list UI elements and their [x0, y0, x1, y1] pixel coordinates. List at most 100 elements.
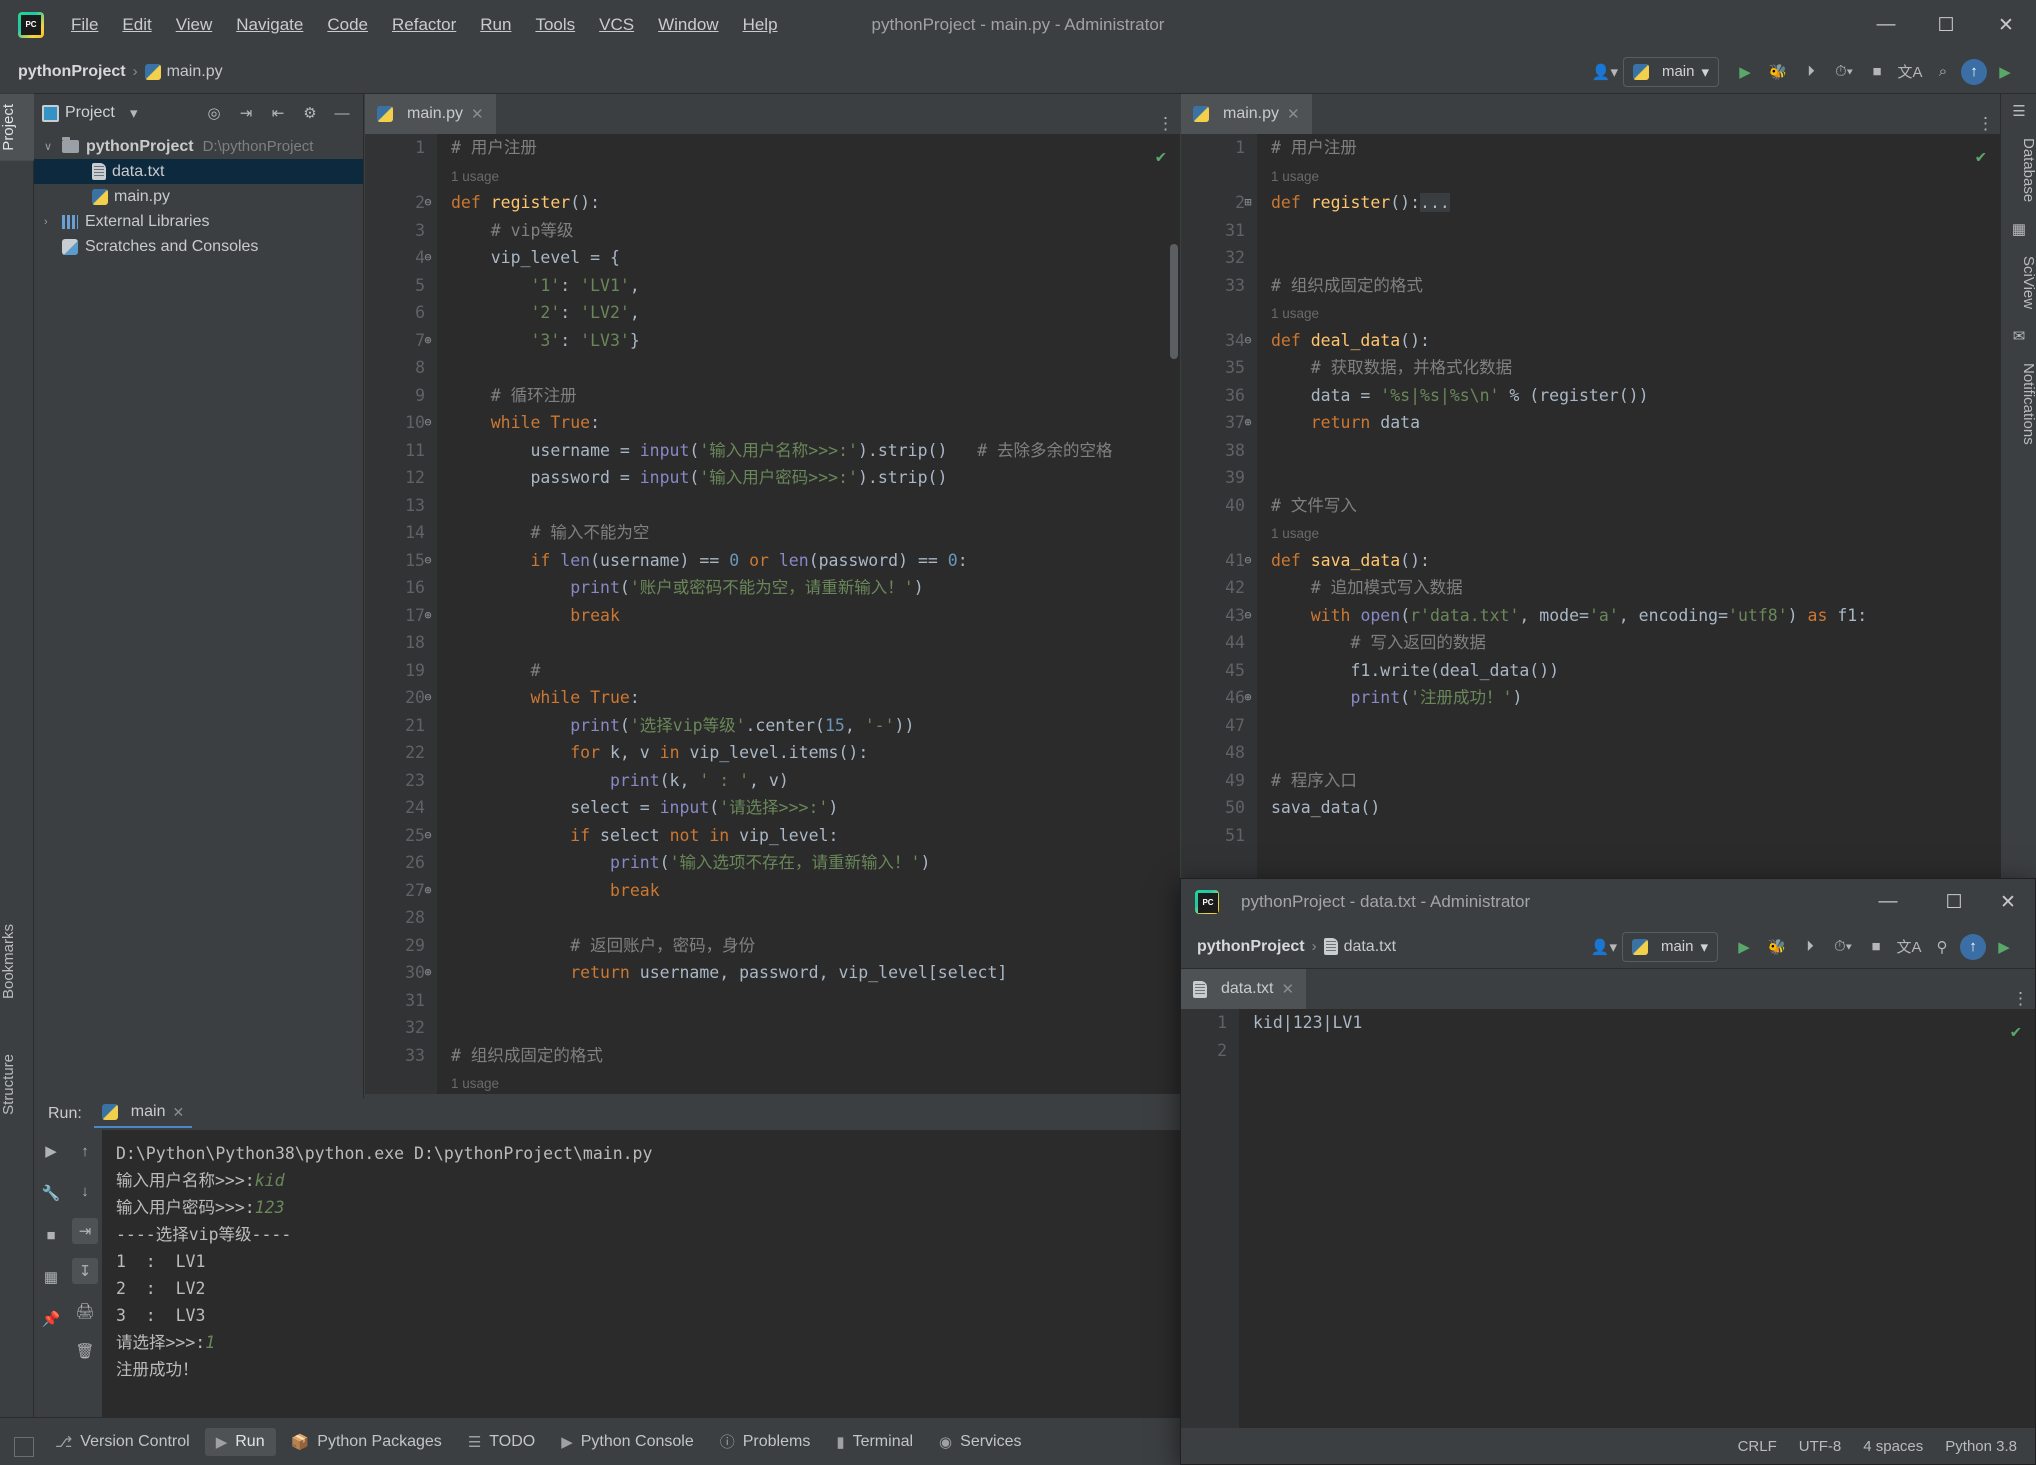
fold-toggle-icon[interactable]: ⊖ — [421, 244, 435, 272]
data-gutter[interactable]: 12 — [1181, 1009, 1239, 1428]
search-icon[interactable]: ⌕ — [1928, 57, 1958, 87]
tree-item-scratches[interactable]: Scratches and Consoles — [34, 234, 363, 259]
run-configuration-selector[interactable]: main ▾ — [1622, 56, 1719, 87]
close-button[interactable]: ✕ — [1976, 0, 2036, 50]
code-line[interactable]: print('注册成功！') — [1257, 684, 2000, 712]
close-icon[interactable]: ✕ — [1281, 980, 1294, 998]
code-line[interactable]: # 返回账户，密码，身份 — [437, 932, 1180, 960]
code-line[interactable] — [1257, 712, 2000, 740]
sidebar-tab-notifications[interactable]: Notifications — [2001, 353, 2036, 455]
code-line[interactable]: # 组织成固定的格式 — [437, 1042, 1180, 1070]
fold-toggle-icon[interactable]: ⊕ — [421, 327, 435, 355]
layout-icon[interactable]: ▦ — [38, 1264, 64, 1290]
code-line[interactable] — [437, 629, 1180, 657]
stop-button[interactable]: ■ — [1862, 57, 1892, 87]
code-line[interactable]: '3': 'LV3'} — [437, 327, 1180, 355]
print-icon[interactable]: 🖨 — [72, 1298, 98, 1324]
sidebar-tab-structure[interactable]: Structure — [0, 1044, 34, 1125]
code-line[interactable]: username = input('输入用户名称>>>:').strip() #… — [437, 437, 1180, 465]
data-close-button[interactable]: ✕ — [1981, 879, 2035, 925]
ide-run-icon[interactable]: ▶ — [1990, 57, 2020, 87]
data-breadcrumb-file[interactable]: data.txt — [1344, 938, 1396, 956]
fold-toggle-icon[interactable]: ⊖ — [421, 547, 435, 575]
code-line[interactable]: # 循环注册 — [437, 382, 1180, 410]
breadcrumb-project[interactable]: pythonProject — [18, 63, 126, 81]
editor-scrollbar-left[interactable] — [1170, 244, 1178, 359]
menu-edit[interactable]: Edit — [111, 11, 162, 39]
up-arrow-icon[interactable]: ↑ — [72, 1138, 98, 1164]
down-arrow-icon[interactable]: ↓ — [72, 1178, 98, 1204]
fold-toggle-icon[interactable]: ⊖ — [421, 189, 435, 217]
editor-options-icon[interactable]: ⋮ — [1152, 114, 1180, 134]
bottom-tab-services[interactable]: ◉ Services — [928, 1428, 1032, 1456]
code-line[interactable]: break — [437, 602, 1180, 630]
user-icon[interactable]: 👤▾ — [1590, 57, 1620, 87]
hide-panel-icon[interactable]: — — [329, 100, 355, 126]
menu-run[interactable]: Run — [469, 11, 522, 39]
code-line[interactable]: 1 usage — [1257, 519, 2000, 547]
code-line[interactable]: password = input('输入用户密码>>>:').strip() — [437, 464, 1180, 492]
code-line[interactable]: # 用户注册 — [1257, 134, 2000, 162]
code-line[interactable]: while True: — [437, 684, 1180, 712]
close-icon[interactable]: ✕ — [471, 105, 484, 123]
minimize-button[interactable]: — — [1856, 0, 1916, 50]
bottom-tab-problems[interactable]: ⓘ Problems — [709, 1426, 822, 1457]
menu-view[interactable]: View — [165, 11, 224, 39]
fold-toggle-icon[interactable]: ⊕ — [421, 877, 435, 905]
tree-item-data-txt[interactable]: data.txt — [34, 159, 363, 184]
code-line[interactable]: break — [437, 877, 1180, 905]
code-line[interactable]: def register():... — [1257, 189, 2000, 217]
data-code-content[interactable]: kid|123|LV1 — [1239, 1009, 2035, 1064]
bottom-tab-terminal[interactable]: ▮ Terminal — [825, 1428, 924, 1456]
scroll-to-end-icon[interactable]: ↧ — [72, 1258, 98, 1284]
code-line[interactable]: if select not in vip_level: — [437, 822, 1180, 850]
chevron-down-icon[interactable]: ∨ — [44, 140, 62, 153]
code-line[interactable] — [1239, 1037, 2035, 1065]
code-line[interactable]: data = '%s|%s|%s\n' % (register()) — [1257, 382, 2000, 410]
run-button[interactable]: ▶ — [1729, 932, 1759, 962]
code-line[interactable]: print('账户或密码不能为空，请重新输入！') — [437, 574, 1180, 602]
code-line[interactable] — [437, 354, 1180, 382]
translate-icon[interactable]: 文A — [1895, 57, 1925, 87]
debug-icon[interactable]: 🐝 — [1763, 57, 1793, 87]
code-line[interactable] — [437, 904, 1180, 932]
tab-data-txt[interactable]: data.txt ✕ — [1181, 969, 1307, 1009]
code-line[interactable]: # 组织成固定的格式 — [1257, 272, 2000, 300]
code-line[interactable]: kid|123|LV1 — [1239, 1009, 2035, 1037]
code-line[interactable]: # 文件写入 — [1257, 492, 2000, 520]
close-icon[interactable]: ✕ — [1287, 105, 1300, 123]
coverage-icon[interactable]: ⏵ — [1796, 57, 1826, 87]
code-line[interactable]: # 写入返回的数据 — [1257, 629, 2000, 657]
fold-toggle-icon[interactable]: ⊕ — [421, 602, 435, 630]
run-tab-main[interactable]: main ✕ — [93, 1100, 193, 1128]
tab-main-py-right[interactable]: main.py ✕ — [1181, 94, 1312, 134]
sciview-icon[interactable]: ▦ — [2001, 212, 2036, 246]
code-line[interactable]: # 用户注册 — [437, 134, 1180, 162]
sidebar-tab-sciview[interactable]: SciView — [2001, 246, 2036, 319]
bottom-tab-run[interactable]: ▶ Run — [204, 1427, 276, 1456]
status-indent[interactable]: 4 spaces — [1863, 1438, 1923, 1455]
status-line-separator[interactable]: CRLF — [1738, 1438, 1777, 1455]
collapse-all-icon[interactable]: ⇤ — [265, 100, 291, 126]
bottom-tab-todo[interactable]: ☰ TODO — [457, 1428, 546, 1456]
code-line[interactable]: 1 usage — [1257, 162, 2000, 190]
fold-toggle-icon[interactable]: ⊕ — [1241, 409, 1255, 437]
code-line[interactable]: 1 usage — [1257, 299, 2000, 327]
tab-main-py-left[interactable]: main.py ✕ — [365, 94, 496, 134]
debug-icon[interactable]: 🐝 — [1762, 932, 1792, 962]
sidebar-tab-bookmarks[interactable]: Bookmarks — [0, 914, 34, 1009]
code-line[interactable]: while True: — [437, 409, 1180, 437]
code-line[interactable]: print('选择vip等级'.center(15, '-')) — [437, 712, 1180, 740]
settings-wrench-icon[interactable]: 🔧 — [38, 1180, 64, 1206]
code-line[interactable]: # — [437, 657, 1180, 685]
code-line[interactable] — [437, 1014, 1180, 1042]
maximize-button[interactable]: ☐ — [1916, 0, 1976, 50]
code-line[interactable] — [1257, 822, 2000, 850]
code-line[interactable]: vip_level = { — [437, 244, 1180, 272]
settings-icon[interactable]: ⚙ — [297, 100, 323, 126]
close-icon[interactable]: ✕ — [172, 1104, 184, 1121]
menu-help[interactable]: Help — [732, 11, 789, 39]
code-line[interactable]: for k, v in vip_level.items(): — [437, 739, 1180, 767]
fold-toggle-icon[interactable]: ⊕ — [421, 959, 435, 987]
data-txt-window[interactable]: pythonProject - data.txt - Administrator… — [1180, 878, 2036, 1465]
